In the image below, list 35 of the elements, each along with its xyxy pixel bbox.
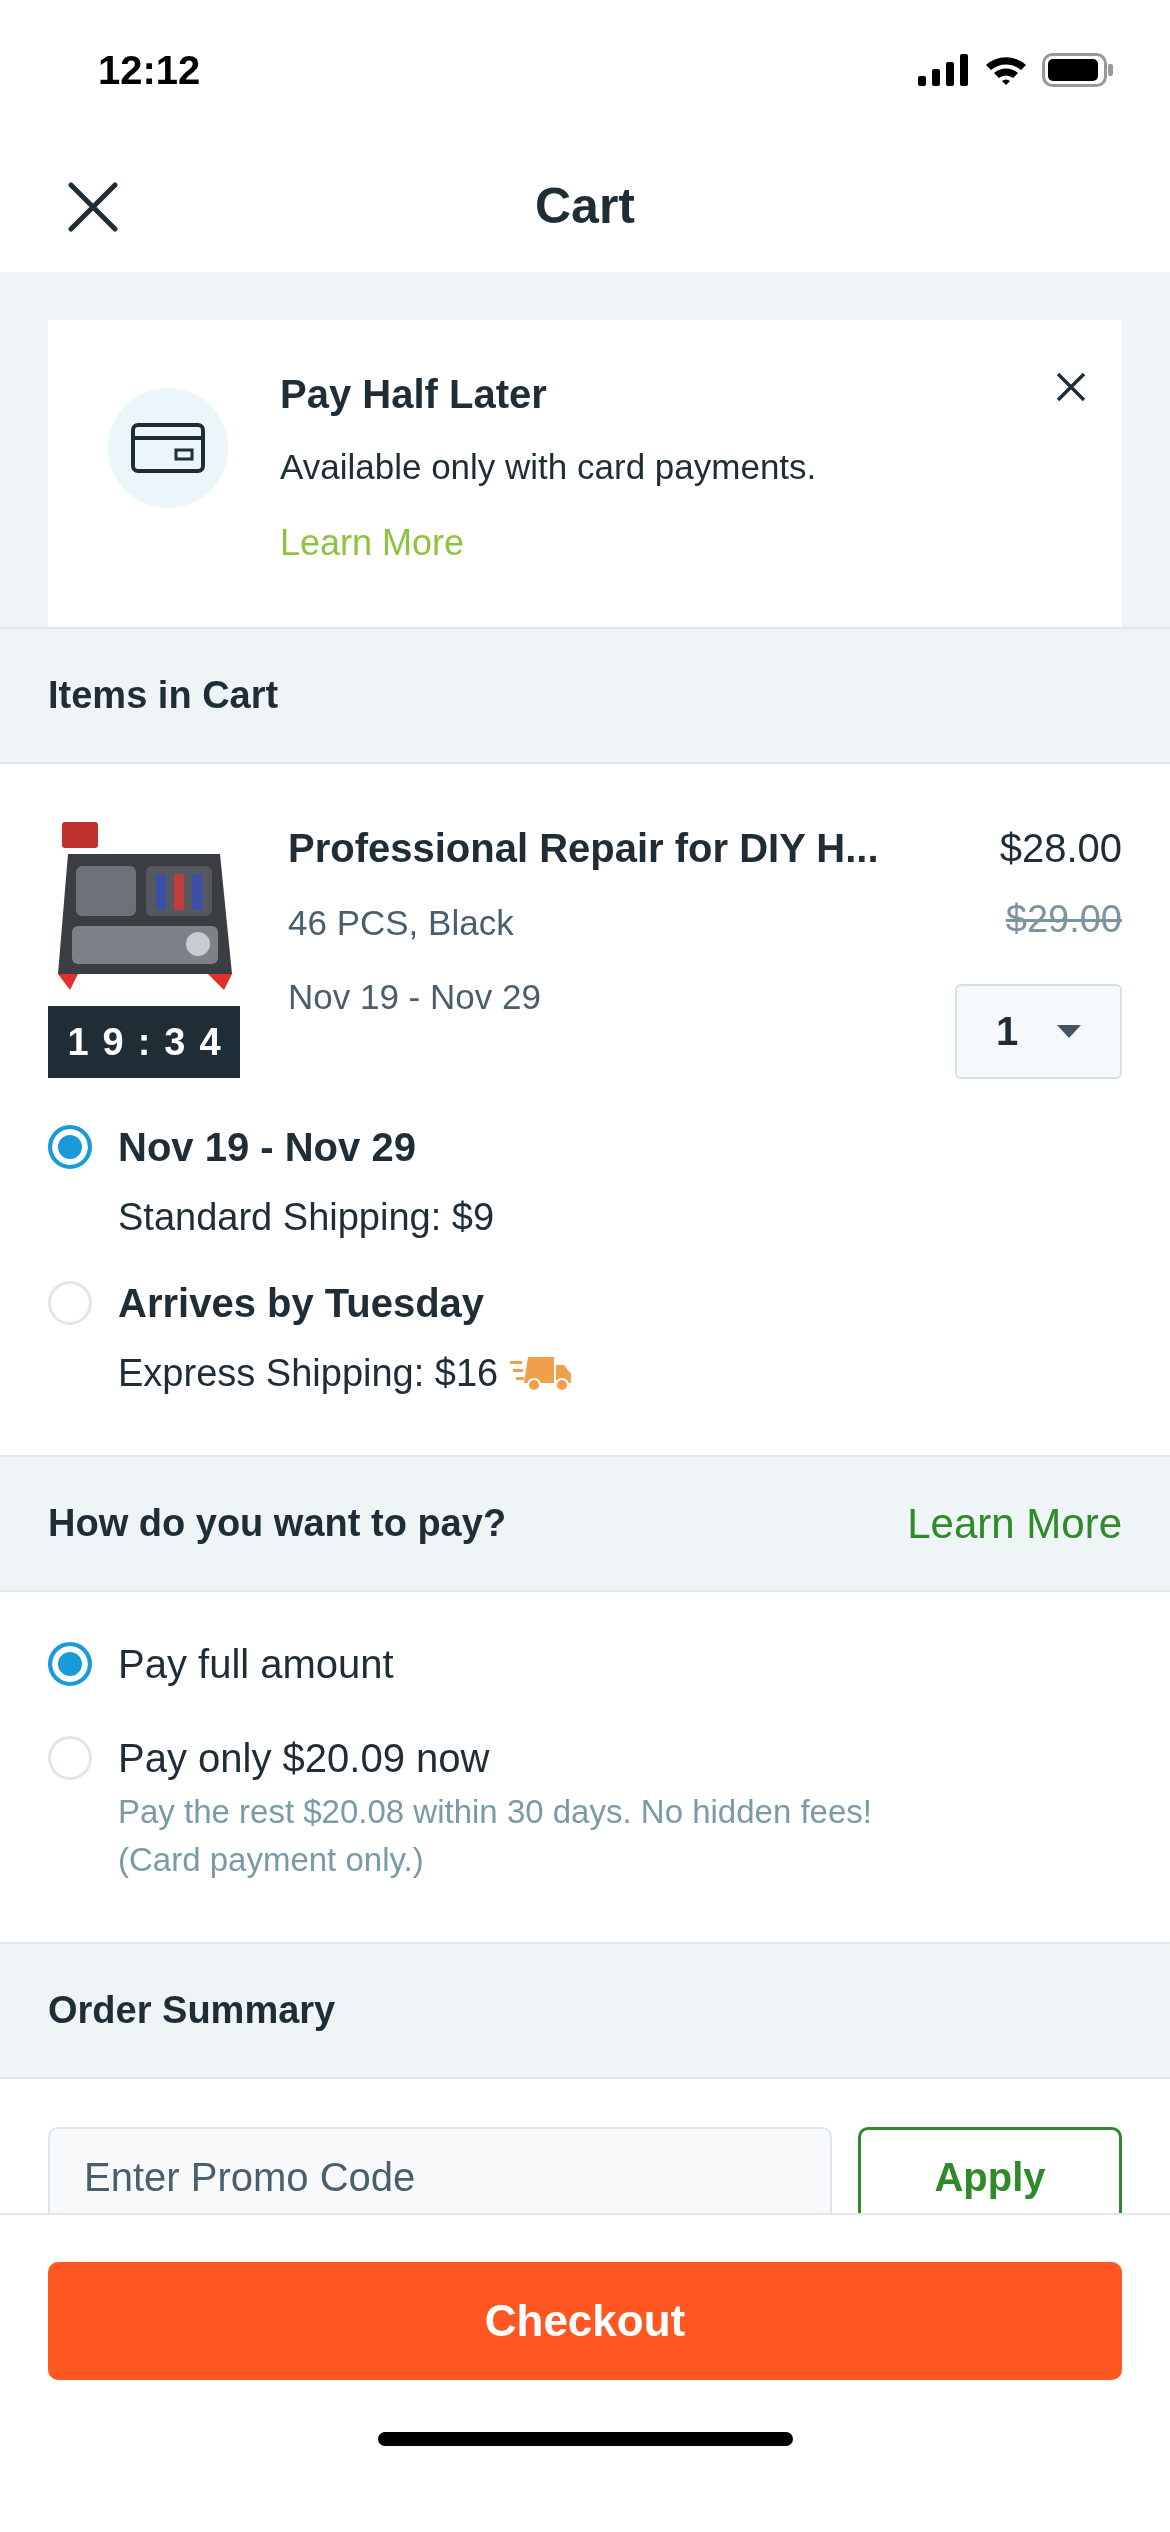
payment-note: (Card payment only.): [118, 1840, 425, 1880]
quantity-dropdown[interactable]: 1: [955, 984, 1122, 1079]
status-time: 12:12: [98, 47, 201, 93]
checkout-button[interactable]: Checkout: [48, 2262, 1122, 2380]
countdown-timer: 19:34: [48, 1006, 240, 1078]
caret-icon: [1057, 1024, 1082, 1039]
apply-button[interactable]: Apply: [858, 2127, 1122, 2213]
radio-button[interactable]: [48, 1642, 92, 1686]
delivery-dates: Nov 19 - Nov 29: [288, 976, 542, 1018]
radio-button[interactable]: [48, 1125, 92, 1169]
section-title: Order Summary: [48, 1989, 336, 2032]
original-price: $29.00: [1005, 897, 1122, 942]
payment-option-label: Pay full amount: [118, 1641, 394, 1688]
payment-option-label: Pay only $20.09 now: [118, 1735, 491, 1782]
card-icon: [108, 388, 228, 508]
learn-more-link[interactable]: Learn More: [907, 1499, 1122, 1548]
close-icon[interactable]: [68, 182, 118, 232]
banner-text: Available only with card payments.: [280, 446, 817, 488]
battery-icon: [1042, 53, 1114, 87]
signal-icon: [918, 54, 970, 86]
banner-title: Pay Half Later: [280, 371, 548, 418]
wifi-icon: [984, 54, 1028, 86]
section-title: Items in Cart: [48, 674, 279, 717]
shipping-price: Express Shipping: $16: [118, 1351, 499, 1396]
payment-note: Pay the rest $20.08 within 30 days. No hidden fees!: [118, 1792, 872, 1832]
promo-code-field[interactable]: Enter Promo Code: [48, 2127, 832, 2213]
product-variant: 46 PCS, Black: [288, 902, 515, 944]
section-title: How do you want to pay?: [48, 1502, 507, 1545]
shipping-price: Standard Shipping: $9: [118, 1195, 495, 1240]
price: $28.00: [999, 825, 1122, 872]
page-title: Cart: [535, 177, 635, 235]
product-name[interactable]: Professional Repair for DIY H...: [288, 822, 955, 874]
shipping-title: Arrives by Tuesday: [118, 1280, 486, 1327]
close-icon[interactable]: [1056, 372, 1086, 402]
shipping-title: Nov 19 - Nov 29: [118, 1124, 417, 1171]
